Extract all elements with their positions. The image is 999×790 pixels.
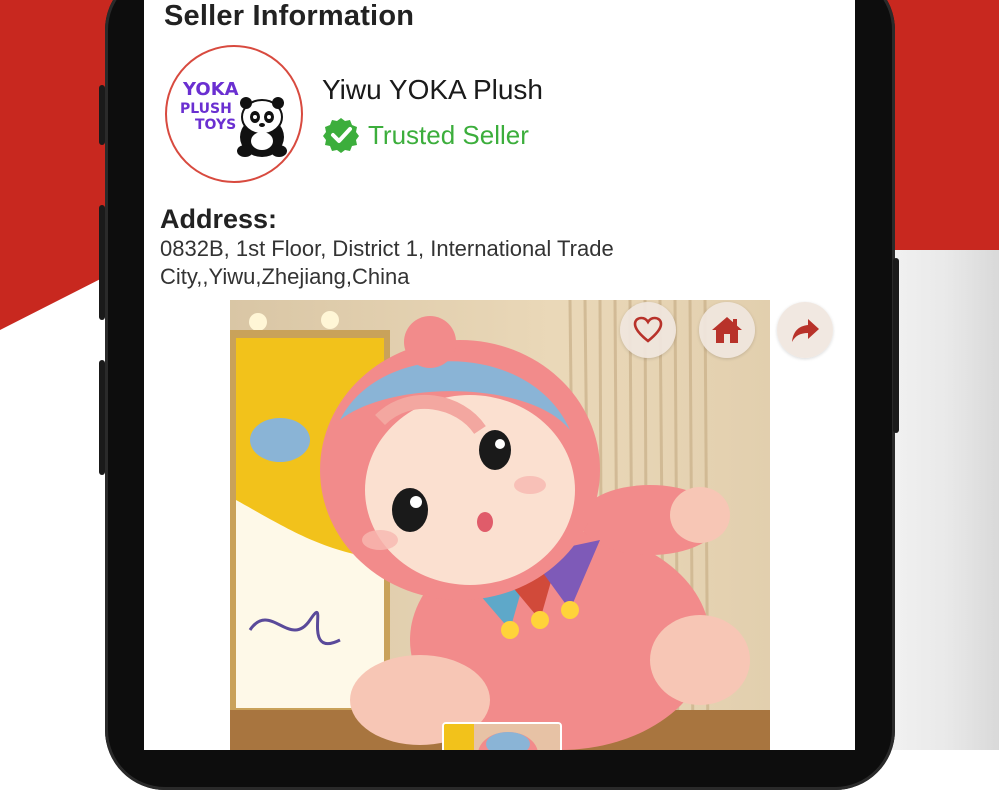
trusted-seller-label: Trusted Seller [368,119,529,150]
share-icon [792,319,819,342]
phone-power-button [893,258,899,433]
seller-name[interactable]: Yiwu YOKA Plush [322,74,543,106]
phone-volume-down-button [99,360,105,475]
home-button[interactable] [699,302,755,358]
logo-text-toys: TOYS [195,117,236,133]
logo-text-yoka: YOKA [182,79,239,100]
heart-icon [633,316,663,343]
phone-side-button [99,85,105,145]
phone-volume-up-button [99,205,105,320]
plush-doll-photo [230,300,770,750]
home-icon [712,317,742,343]
address-line-2: City,,Yiwu,Zhejiang,China [160,264,410,289]
check-badge-icon [323,118,359,153]
seller-logo[interactable]: YOKA PLUSH TOYS [165,45,303,183]
thumbnail-image [444,724,560,750]
address-label: Address: [160,204,278,234]
phone-screen: Seller Information YOKA PLUSH TOYS Yiwu … [144,0,855,750]
image-thumbnail[interactable] [442,722,562,750]
favorite-button[interactable] [620,302,676,358]
address-text: 0832B, 1st Floor, District 1, Internatio… [160,235,720,291]
address-line-1: 0832B, 1st Floor, District 1, Internatio… [160,236,614,261]
panda-logo-icon: YOKA PLUSH TOYS [180,79,287,157]
product-image[interactable] [230,300,770,750]
logo-text-plush: PLUSH [180,101,232,117]
share-button[interactable] [777,302,833,358]
seller-section-title: Seller Information [164,0,415,32]
trusted-seller-badge: Trusted Seller [322,116,529,154]
